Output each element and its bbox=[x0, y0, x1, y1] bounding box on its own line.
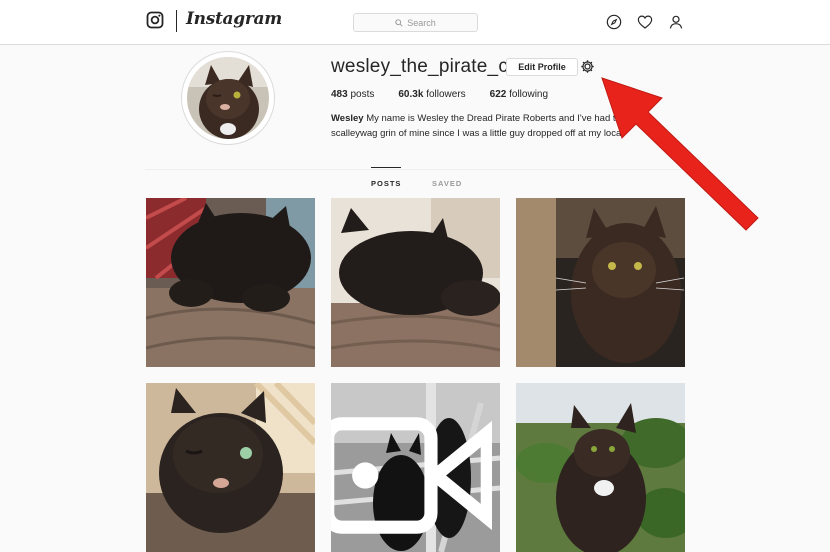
bio-line-2: scalleywag grin of mine since I was a li… bbox=[331, 128, 624, 139]
cat-photo-1 bbox=[146, 198, 315, 367]
gear-icon[interactable] bbox=[580, 59, 595, 74]
post-thumbnail-1[interactable] bbox=[146, 198, 315, 367]
tab-saved[interactable]: SAVED bbox=[432, 179, 462, 188]
bio-name: Wesley bbox=[331, 113, 364, 124]
followers-count-label: followers bbox=[426, 89, 466, 100]
search-icon bbox=[395, 18, 403, 27]
instagram-glyph-icon[interactable] bbox=[146, 11, 164, 29]
red-annotation-arrow-icon bbox=[601, 77, 759, 231]
heart-icon[interactable] bbox=[637, 14, 653, 30]
profile-avatar-ring[interactable] bbox=[181, 51, 275, 145]
posts-count-value: 483 bbox=[331, 89, 348, 100]
instagram-wordmark[interactable]: Instagram bbox=[186, 9, 282, 29]
post-thumbnail-5[interactable] bbox=[331, 383, 500, 552]
cat-photo-4 bbox=[146, 383, 315, 552]
posts-count: 483 posts bbox=[331, 89, 374, 100]
tab-posts[interactable]: POSTS bbox=[371, 167, 402, 188]
compass-icon[interactable] bbox=[606, 14, 622, 30]
post-thumbnail-4[interactable] bbox=[146, 383, 315, 552]
search-input[interactable]: Search bbox=[353, 13, 478, 32]
following-count-label: following bbox=[509, 89, 549, 100]
profile-stats: 483 posts 60.3k followers 622 following bbox=[331, 89, 572, 100]
profile-username: wesley_the_pirate_cat bbox=[331, 56, 525, 77]
edit-profile-button[interactable]: Edit Profile bbox=[506, 58, 578, 76]
following-count[interactable]: 622 following bbox=[490, 89, 548, 100]
cat-photo-6 bbox=[516, 383, 685, 552]
logo-divider bbox=[176, 10, 177, 32]
posts-count-label: posts bbox=[350, 89, 375, 100]
following-count-value: 622 bbox=[489, 89, 507, 100]
followers-count[interactable]: 60.3k followers bbox=[398, 89, 465, 100]
top-nav: Instagram Search bbox=[0, 0, 830, 45]
post-thumbnail-6[interactable] bbox=[516, 383, 685, 552]
followers-count-value: 60.3k bbox=[398, 89, 424, 100]
avatar bbox=[187, 57, 269, 139]
bio-line-1: My name is Wesley the Dread Pirate Rober… bbox=[363, 113, 628, 124]
cat-photo-2 bbox=[331, 198, 500, 367]
search-placeholder: Search bbox=[407, 17, 436, 28]
video-camera-icon bbox=[331, 417, 492, 534]
user-icon[interactable] bbox=[668, 14, 684, 30]
post-thumbnail-2[interactable] bbox=[331, 198, 500, 367]
